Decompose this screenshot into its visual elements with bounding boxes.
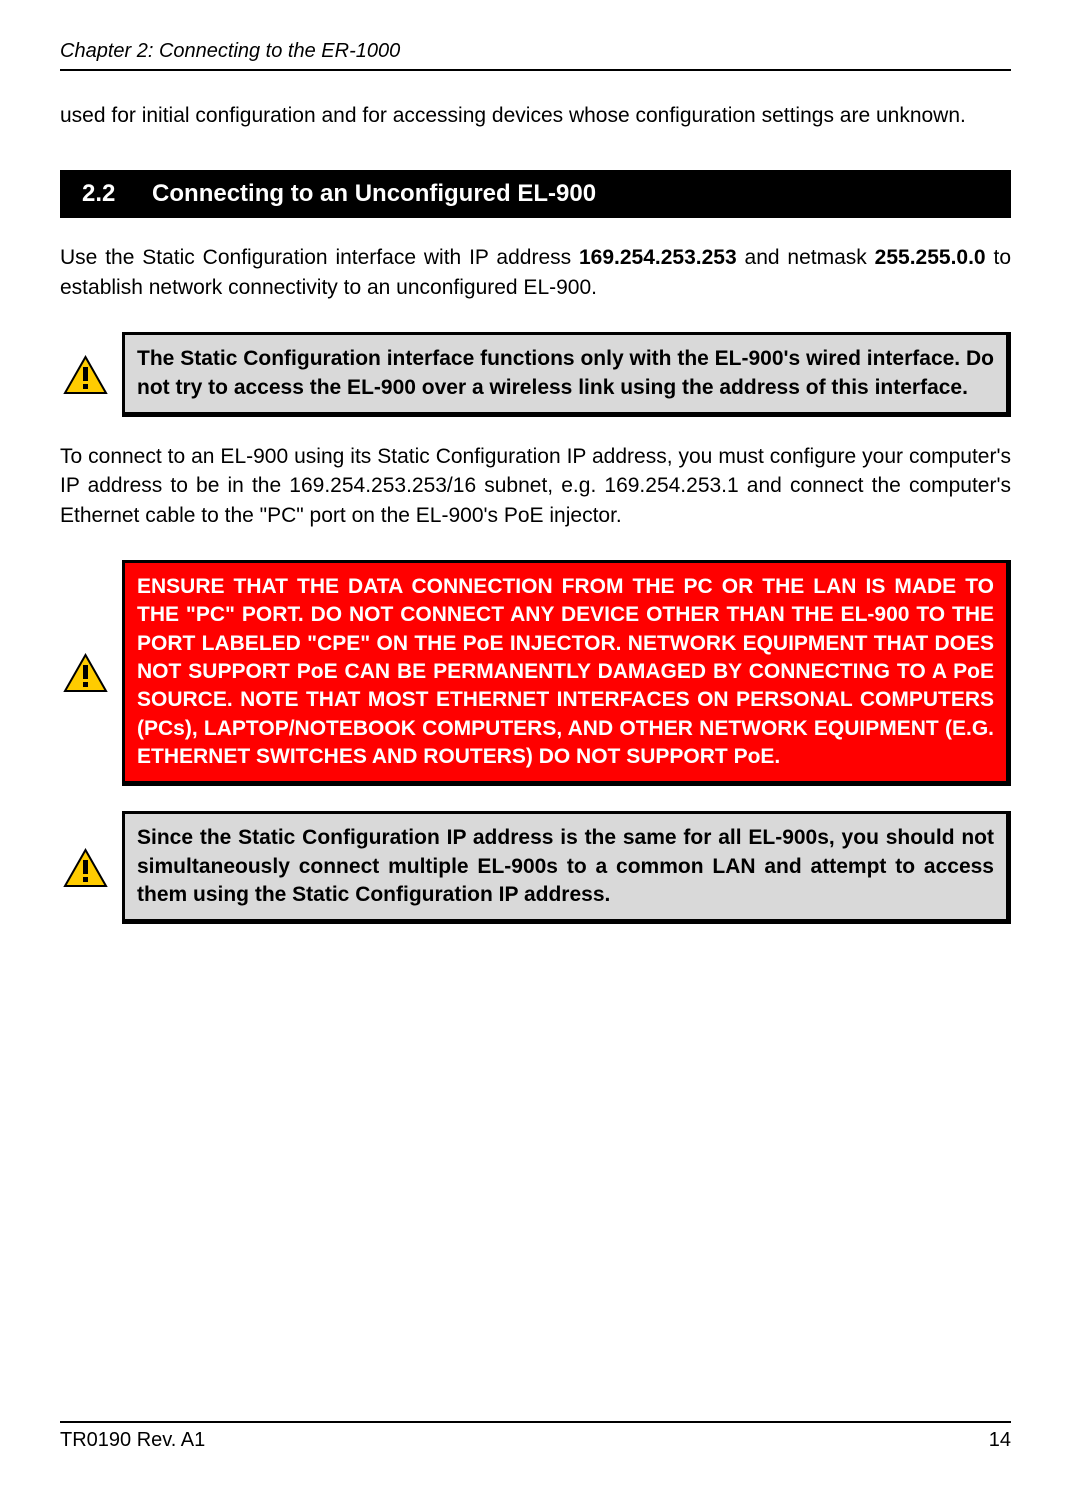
chapter-title: Chapter 2: Connecting to the ER-1000	[60, 40, 400, 62]
footer-left: TR0190 Rev. A1	[60, 1429, 205, 1452]
warning-icon	[60, 845, 110, 890]
callout-text-1: The Static Configuration interface funct…	[122, 332, 1011, 417]
page-footer: TR0190 Rev. A1 14	[60, 1421, 1011, 1452]
netmask: 255.255.0.0	[875, 246, 986, 269]
ip-address: 169.254.253.253	[579, 246, 737, 269]
paragraph-1: Use the Static Configuration interface w…	[60, 243, 1011, 302]
page-number: 14	[989, 1429, 1011, 1452]
section-title: Connecting to an Unconfigured EL-900	[152, 180, 596, 207]
callout-warning: ENSURE THAT THE DATA CONNECTION FROM THE…	[60, 560, 1011, 786]
para1-mid: and netmask	[737, 246, 875, 269]
callout-text-2: ENSURE THAT THE DATA CONNECTION FROM THE…	[122, 560, 1011, 786]
callout-text-3: Since the Static Configuration IP addres…	[122, 811, 1011, 924]
section-number: 2.2	[82, 180, 115, 208]
chapter-header: Chapter 2: Connecting to the ER-1000	[60, 40, 1011, 71]
callout-caution-1: The Static Configuration interface funct…	[60, 332, 1011, 417]
warning-icon	[60, 352, 110, 397]
warning-icon	[60, 651, 110, 696]
intro-paragraph: used for initial configuration and for a…	[60, 101, 1011, 130]
section-heading: 2.2 Connecting to an Unconfigured EL-900	[60, 170, 1011, 218]
callout-caution-2: Since the Static Configuration IP addres…	[60, 811, 1011, 924]
para1-prefix: Use the Static Configuration interface w…	[60, 246, 579, 269]
paragraph-2: To connect to an EL-900 using its Static…	[60, 442, 1011, 530]
